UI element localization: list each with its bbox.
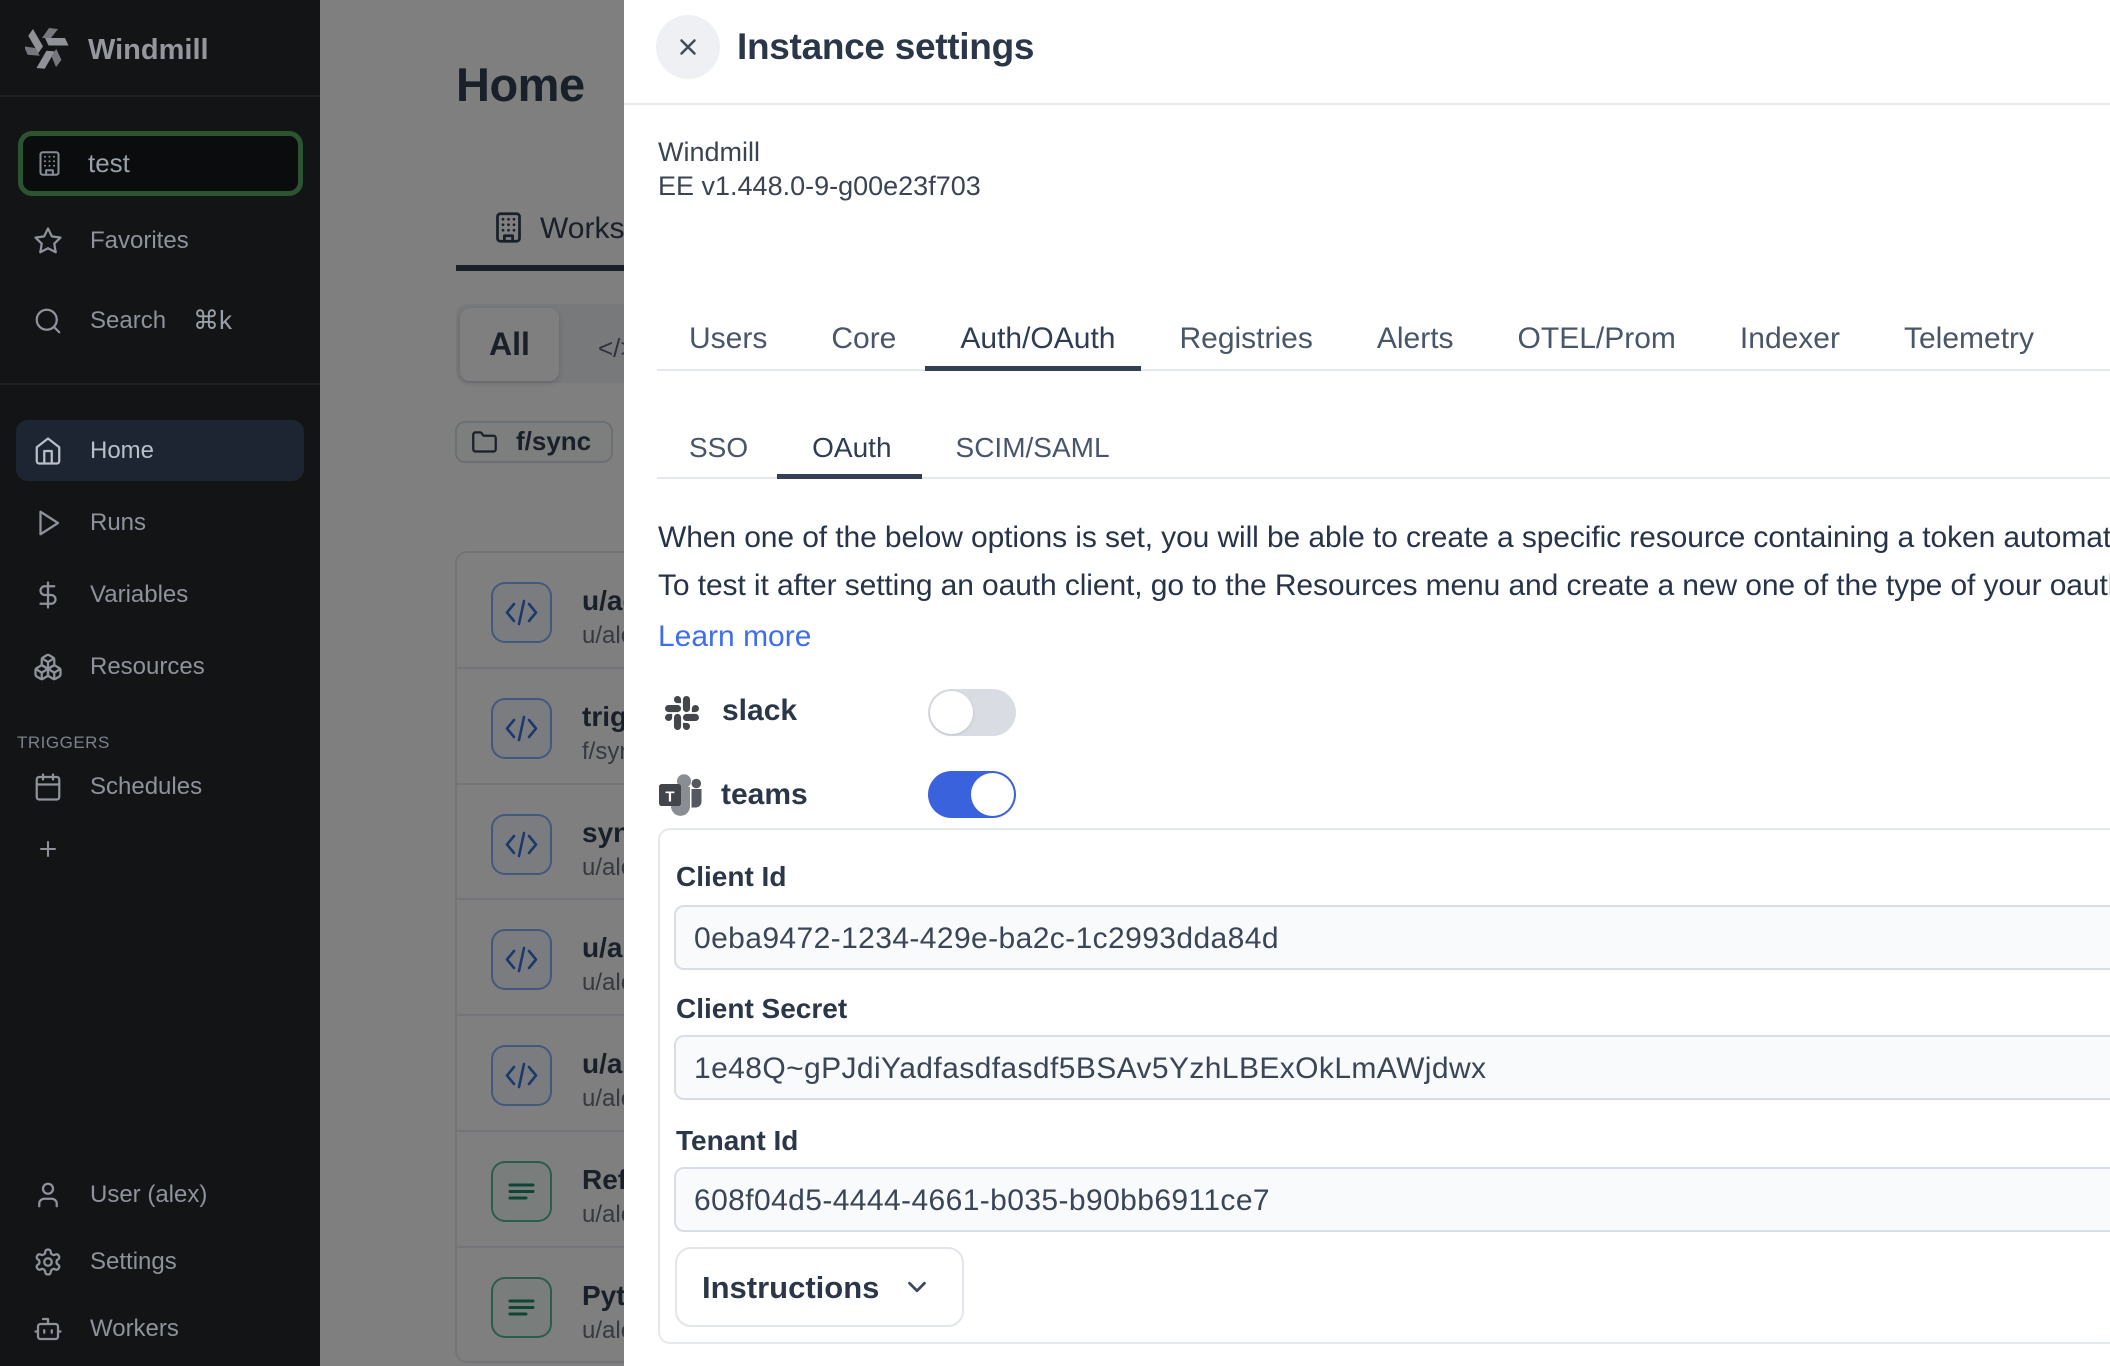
svg-text:T: T bbox=[665, 789, 674, 806]
